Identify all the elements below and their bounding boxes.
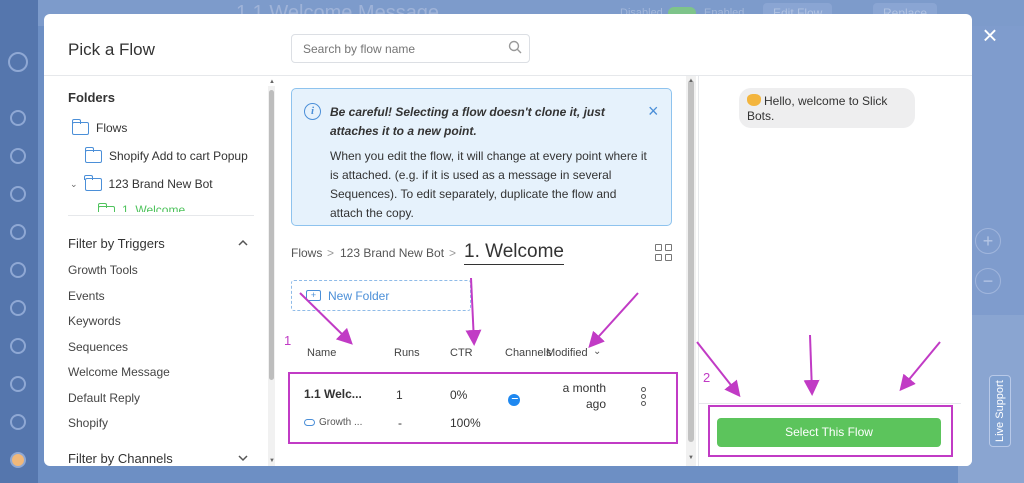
preview-message-text: Hello, welcome to Slick Bots.: [747, 94, 888, 123]
flow-runs: 1: [396, 388, 403, 402]
automation-icon: [10, 300, 26, 316]
triggers-title[interactable]: Filter by Triggers: [68, 236, 165, 251]
send-icon: [10, 262, 26, 278]
new-folder-button[interactable]: + New Folder: [291, 280, 471, 311]
scroll-up-arrow-icon[interactable]: ▲: [688, 78, 694, 84]
more-options-icon[interactable]: [641, 387, 647, 406]
zoom-in-button: +: [975, 228, 1001, 254]
breadcrumb-123-brand-new-bot[interactable]: 123 Brand New Bot: [340, 246, 444, 260]
filter-sidebar: Folders Flows Shopify Add to cart Popup …: [44, 76, 278, 466]
sidebar-scrollbar-thumb[interactable]: [269, 90, 274, 380]
annotation-label-2: 2: [703, 370, 711, 385]
column-header-name[interactable]: Name: [307, 347, 336, 359]
folder-item-shopify[interactable]: Shopify Add to cart Popup: [84, 146, 248, 163]
folder-item-123-brand-new-bot[interactable]: ⌄ 123 Brand New Bot: [70, 174, 213, 191]
column-header-modified[interactable]: Modified: [546, 347, 588, 359]
footer-divider: [699, 403, 961, 404]
folder-icon: [71, 118, 89, 135]
bot-avatar-icon: [8, 52, 28, 72]
scroll-down-arrow-icon[interactable]: ▼: [269, 458, 275, 464]
breadcrumb-separator: >: [449, 246, 457, 260]
user-icon: [10, 148, 26, 164]
flow-modified: a month ago: [562, 381, 606, 411]
folder-icon: [84, 174, 102, 191]
zoom-out-button: −: [975, 268, 1001, 294]
warning-alert: i Be careful! Selecting a flow doesn't c…: [291, 88, 672, 226]
folder-label: 1. Welcome: [122, 203, 186, 212]
folder-label: 123 Brand New Bot: [108, 177, 213, 191]
scroll-up-arrow-icon[interactable]: ▲: [269, 79, 275, 85]
search-icon: [508, 40, 522, 54]
growth-icon: [10, 186, 26, 202]
flow-ctr: 0%: [450, 388, 468, 402]
folder-item-flows[interactable]: Flows: [71, 118, 128, 135]
breadcrumb-current: 1. Welcome: [464, 240, 564, 265]
add-folder-icon: +: [306, 290, 321, 301]
column-header-runs[interactable]: Runs: [394, 347, 420, 359]
alert-close-icon[interactable]: ×: [648, 102, 659, 120]
table-row[interactable]: 1.1 Welc... 1 0% a month ago Growth ... …: [288, 371, 680, 445]
chevron-up-icon[interactable]: [238, 238, 248, 248]
trigger-ctr: 100%: [450, 416, 481, 430]
modal-title: Pick a Flow: [68, 40, 155, 59]
flow-trigger-label: Growth ...: [319, 417, 363, 428]
trigger-events[interactable]: Events: [68, 289, 105, 303]
link-icon: [304, 418, 315, 426]
folder-item-welcome[interactable]: 1. Welcome: [98, 203, 185, 212]
integrations-icon: [10, 338, 26, 354]
chevron-down-icon[interactable]: [238, 453, 248, 463]
annotation-label-1: 1: [284, 333, 292, 348]
folders-title: Folders: [68, 90, 115, 105]
background-sidebar: [0, 0, 38, 483]
account-avatar: [10, 452, 26, 468]
trigger-welcome-message[interactable]: Welcome Message: [68, 365, 170, 379]
channels-title[interactable]: Filter by Channels: [68, 451, 173, 466]
grid-view-icon[interactable]: [655, 244, 672, 261]
sort-chevron-down-icon[interactable]: ⌄: [593, 346, 601, 357]
pick-flow-modal: Pick a Flow Folders Flows Shopify Add to…: [44, 14, 972, 466]
section-divider: [68, 215, 254, 216]
folder-icon: [84, 146, 102, 163]
settings-icon: [10, 376, 26, 392]
folder-icon: [98, 203, 115, 212]
trigger-keywords[interactable]: Keywords: [68, 314, 121, 328]
breadcrumb-separator: >: [327, 246, 335, 260]
home-icon: [10, 110, 26, 126]
new-folder-label: New Folder: [328, 288, 390, 303]
flow-trigger[interactable]: Growth ...: [304, 417, 362, 428]
trigger-default-reply[interactable]: Default Reply: [68, 391, 140, 405]
flow-search-input[interactable]: [291, 34, 530, 63]
alert-heading: Be careful! Selecting a flow doesn't clo…: [330, 105, 605, 138]
flow-browser: i Be careful! Selecting a flow doesn't c…: [278, 76, 698, 466]
column-header-ctr[interactable]: CTR: [450, 347, 473, 359]
messenger-icon: [508, 394, 520, 406]
trigger-growth-tools[interactable]: Growth Tools: [68, 263, 138, 277]
trigger-runs: -: [398, 416, 402, 430]
chat-icon: [10, 224, 26, 240]
preview-message-bubble: Hello, welcome to Slick Bots.: [739, 88, 915, 128]
alert-body: When you edit the flow, it will change a…: [330, 149, 647, 220]
modal-close-button[interactable]: ×: [978, 22, 1002, 48]
folder-label: Shopify Add to cart Popup: [109, 149, 248, 163]
scroll-down-arrow-icon[interactable]: ▼: [688, 455, 694, 461]
chevron-down-icon[interactable]: ⌄: [70, 179, 78, 190]
templates-icon: [10, 414, 26, 430]
waving-hand-icon: [747, 94, 761, 106]
flow-list-scrollbar-thumb[interactable]: [688, 80, 694, 442]
folder-label: Flows: [96, 121, 128, 135]
select-flow-button[interactable]: Select This Flow: [717, 418, 941, 447]
live-support-tab[interactable]: Live Support: [989, 375, 1011, 447]
column-header-channels[interactable]: Channels: [505, 347, 551, 359]
breadcrumb-flows[interactable]: Flows: [291, 246, 322, 260]
trigger-sequences[interactable]: Sequences: [68, 340, 128, 354]
info-icon: i: [304, 103, 321, 120]
flow-name[interactable]: 1.1 Welc...: [304, 387, 362, 401]
flow-preview-panel: Hello, welcome to Slick Bots. Select Thi…: [698, 76, 972, 466]
trigger-shopify[interactable]: Shopify: [68, 416, 108, 430]
